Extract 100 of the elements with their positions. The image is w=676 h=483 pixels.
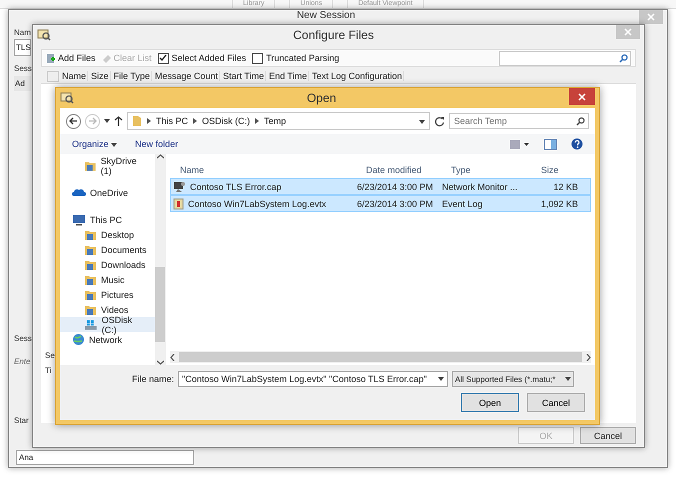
caret-icon [438,377,444,381]
caret-icon [565,377,572,381]
up-arrow-icon[interactable] [114,116,123,126]
search-icon [619,54,628,62]
checkbox-label: Truncated Parsing [266,53,340,63]
caret-icon [104,119,110,123]
app-icon [60,92,74,104]
window-title: New Session [296,10,356,22]
file-name: Contoso TLS Error.cap [190,182,282,192]
column-header[interactable]: Name [62,71,88,81]
nav-item[interactable]: Desktop [60,227,155,242]
file-date: 6/23/2014 3:00 PM [357,182,434,192]
column-header[interactable]: Size [91,71,111,81]
file-type-dropdown[interactable]: All Supported Files (*.matu;* [452,371,574,387]
caret-icon [111,143,118,147]
back-button[interactable] [66,114,81,128]
monitor-icon [173,180,186,192]
globe-icon [72,333,85,346]
close-icon [578,92,586,100]
dialog-button[interactable]: Cancel [580,427,636,444]
nav-item[interactable]: OneDrive [60,185,155,200]
folder-icon [84,244,97,256]
nav-item[interactable]: This PC [60,212,155,227]
start-field[interactable]: Ana [16,450,194,465]
log-icon [173,198,184,210]
column-header[interactable]: Message Count [154,71,220,81]
nav-item[interactable]: Videos [60,302,155,317]
caret-icon [419,120,425,124]
folder-icon [84,274,97,286]
view-options-icon[interactable] [510,140,530,148]
column-header[interactable]: Name [180,165,366,175]
column-header[interactable]: Start Time [222,71,266,81]
new-folder-button[interactable]: New folder [135,139,178,149]
section-label: Sess [14,334,32,343]
close-button[interactable] [569,88,595,105]
checkbox[interactable] [158,52,169,64]
organize-menu[interactable]: Organize [72,139,118,149]
column-header[interactable]: File Type [114,71,152,81]
folder-icon [84,258,97,270]
checkbox[interactable] [252,52,264,64]
section-label: Se [45,351,55,360]
cloud-icon [72,188,86,197]
file-name: Contoso Win7LabSystem Log.evtx [188,198,326,208]
breadcrumb-item[interactable]: OSDisk (C:) [202,116,250,126]
name-field[interactable]: TLS [14,39,31,56]
address-bar[interactable]: This PC OSDisk (C:) Temp [127,112,430,130]
nav-item[interactable]: Downloads [60,257,155,272]
drive-icon [84,318,98,330]
file-size: 1,092 KB [540,198,579,208]
file-name-field[interactable]: "Contoso Win7LabSystem Log.evtx" "Contoso TLS Error.cap" [178,371,448,387]
nav-item[interactable]: Music [60,272,155,287]
section-label: Sess [14,64,32,73]
chevron-icon [193,118,198,124]
app-icon [37,29,51,41]
column-header[interactable]: Size [537,165,591,175]
file-row[interactable]: Contoso TLS Error.cap 6/23/2014 3:00 PM Network Monitor ... 12 KB [170,178,591,195]
preview-pane-icon[interactable] [544,138,557,150]
file-name-label: File name: [132,374,174,384]
eraser-icon [102,54,112,62]
file-row[interactable]: Contoso Win7LabSystem Log.evtx 6/23/2014 3:00 PM Event Log 1,092 KB [170,195,591,212]
breadcrumb-item[interactable]: Temp [264,116,286,126]
scroll-left-icon[interactable] [170,354,175,360]
file-date: 6/23/2014 3:00 PM [357,198,434,208]
dialog-button[interactable]: Open [461,393,519,412]
forward-icon [88,117,97,125]
scroll-up-icon[interactable] [156,154,164,159]
nav-item[interactable]: Documents [60,242,155,257]
chevron-icon [147,118,151,124]
column-header[interactable]: Date modified [366,165,451,175]
refresh-icon[interactable] [434,116,445,126]
horizontal-scrollbar[interactable] [170,351,591,363]
search-field[interactable] [499,50,631,66]
add-file-icon [46,52,56,64]
file-type: Network Monitor ... [442,182,519,192]
search-field[interactable]: Search Temp [449,113,589,129]
computer-icon [72,214,86,226]
search-icon [576,117,585,126]
folder-icon [84,288,97,300]
vertical-scrollbar[interactable] [154,154,166,365]
section-label: Ti [45,366,52,375]
help-icon[interactable] [571,138,583,150]
file-type: Event Log [442,198,484,208]
nav-item[interactable]: Pictures [60,287,155,302]
column-header[interactable]: Type [451,165,537,175]
chevron-icon [255,118,260,124]
folder-icon [132,115,142,127]
field-label: Star [14,416,29,425]
folder-icon [84,228,97,240]
column-header[interactable]: Text Log Configuration [312,71,404,81]
dialog-button[interactable]: Cancel [527,393,585,412]
window-title: Configure Files [292,28,375,42]
add-files-button[interactable]: Add Files [46,52,96,64]
scroll-right-icon[interactable] [586,354,591,360]
checkbox-label: Select Added Files [172,53,246,63]
file-size: 12 KB [552,182,579,192]
breadcrumb-item[interactable]: This PC [156,116,188,126]
session-tab[interactable]: Ad [14,76,31,91]
column-header[interactable]: End Time [268,71,309,81]
close-icon [647,13,655,21]
scroll-down-icon[interactable] [156,360,164,365]
